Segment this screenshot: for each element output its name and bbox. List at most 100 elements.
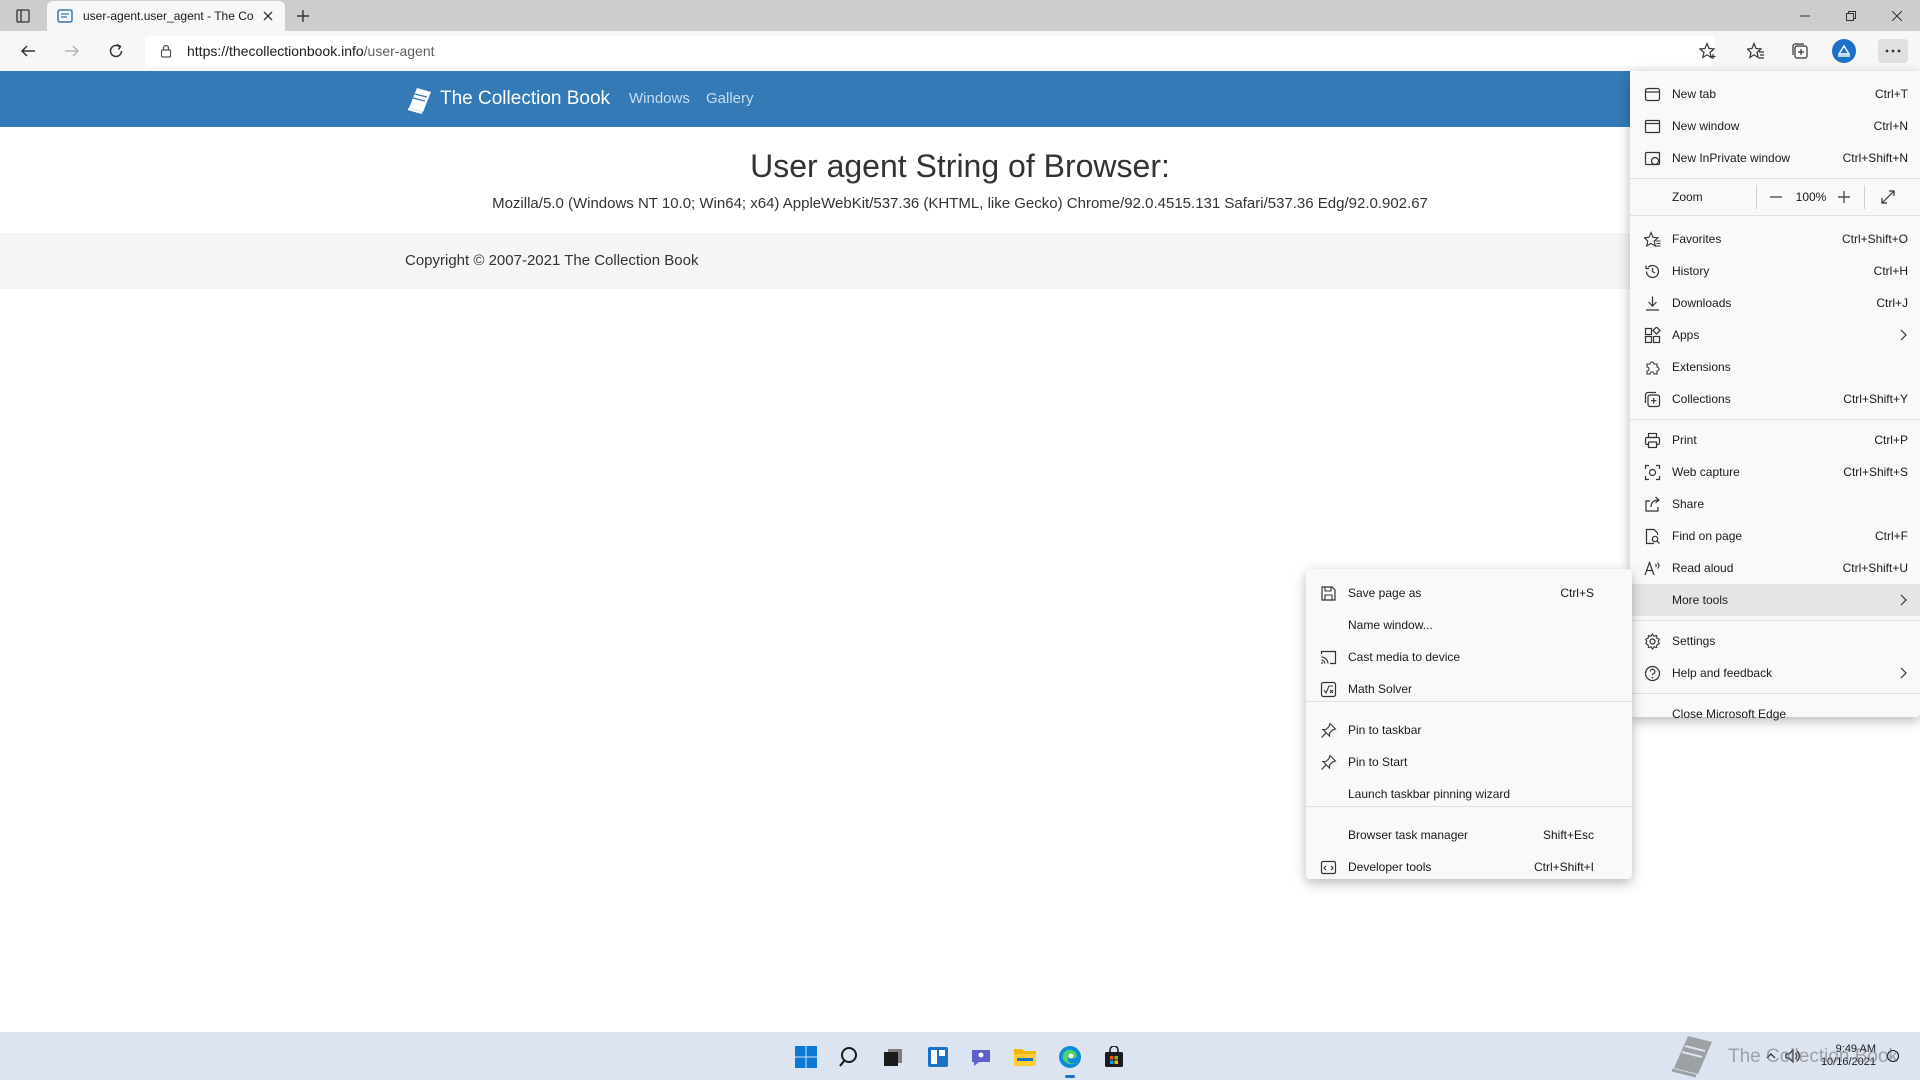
nav-link-windows[interactable]: Windows [629,90,690,107]
apps-grid-icon [1644,327,1661,344]
profile-avatar-icon[interactable] [1832,39,1856,63]
menu-shortcut: Ctrl+Shift+S [1843,465,1908,479]
submenu-cast-media[interactable]: Cast media to device [1306,641,1632,673]
menu-history[interactable]: History Ctrl+H [1630,255,1920,287]
menu-new-inprivate-window[interactable]: New InPrivate window Ctrl+Shift+N [1630,142,1920,174]
store-bag-icon[interactable] [1101,1044,1127,1070]
menu-help-and-feedback[interactable]: Help and feedback [1630,657,1920,689]
menu-print[interactable]: Print Ctrl+P [1630,424,1920,456]
refresh-icon[interactable] [105,40,127,62]
chat-icon[interactable] [968,1044,994,1070]
menu-divider [1630,215,1920,216]
tab-actions-icon[interactable] [12,6,34,26]
zoom-divider [1756,185,1757,209]
collections-icon[interactable] [1788,39,1812,63]
edge-browser-icon[interactable] [1057,1044,1083,1078]
add-favorite-star-icon[interactable] [1696,39,1720,63]
favorites-icon[interactable] [1744,39,1768,63]
file-explorer-folder-icon[interactable] [1012,1044,1038,1070]
submenu-name-window[interactable]: Name window... [1306,609,1632,641]
restore-icon[interactable] [1828,0,1874,31]
math-solver-icon [1320,681,1337,698]
menu-label: Close Microsoft Edge [1672,707,1787,721]
tab-title: user-agent.user_agent - The Col [83,9,253,23]
url-text: https://thecollectionbook.info/user-agen… [187,43,435,59]
start-windows-icon[interactable] [793,1044,819,1070]
menu-new-window[interactable]: New window Ctrl+N [1630,110,1920,142]
search-icon[interactable] [837,1044,863,1070]
menu-favorites[interactable]: Favorites Ctrl+Shift+O [1630,223,1920,255]
menu-shortcut: Ctrl+F [1875,529,1908,543]
menu-apps[interactable]: Apps [1630,319,1920,351]
menu-divider [1630,620,1920,621]
submenu-pin-to-taskbar[interactable]: Pin to taskbar [1306,714,1632,746]
history-clock-icon [1644,263,1661,280]
zoom-out-minus-icon[interactable] [1764,185,1788,209]
collections-icon [1644,391,1661,408]
menu-shortcut: Ctrl+H [1873,264,1908,278]
new-tab-icon [1644,86,1661,103]
site-header: The Collection Book Windows Gallery [0,71,1630,127]
minimize-icon[interactable] [1782,0,1828,31]
widgets-icon[interactable] [925,1044,951,1070]
menu-web-capture[interactable]: Web capture Ctrl+Shift+S [1630,456,1920,488]
menu-shortcut: Ctrl+Shift+U [1842,561,1908,575]
book-logo-icon [404,84,434,114]
printer-icon [1644,432,1661,449]
submenu-pin-to-start[interactable]: Pin to Start [1306,746,1632,778]
developer-tools-icon [1320,859,1337,876]
share-icon [1644,496,1661,513]
settings-and-more-icon[interactable] [1878,39,1908,63]
find-on-page-icon [1644,528,1661,545]
menu-label: Print [1672,433,1697,447]
menu-divider [1630,693,1920,694]
menu-shortcut: Ctrl+P [1874,433,1908,447]
window-controls [1782,0,1920,31]
address-bar[interactable]: https://thecollectionbook.info/user-agen… [145,36,1715,66]
save-page-icon [1320,585,1337,602]
new-tab-plus-icon[interactable] [293,6,313,26]
submenu-save-page-as[interactable]: Save page as Ctrl+S [1306,577,1632,609]
menu-divider [1630,419,1920,420]
zoom-divider [1864,185,1865,209]
fullscreen-expand-icon[interactable] [1876,185,1900,209]
task-view-icon[interactable] [880,1044,906,1070]
menu-downloads[interactable]: Downloads Ctrl+J [1630,287,1920,319]
menu-label: More tools [1672,593,1729,607]
nav-link-gallery[interactable]: Gallery [706,90,754,107]
menu-settings[interactable]: Settings [1630,625,1920,657]
chevron-right-icon [1896,665,1910,681]
close-tab-icon[interactable] [261,9,275,23]
more-tools-submenu: Save page as Ctrl+S Name window... Cast … [1306,569,1632,879]
pin-icon [1320,722,1337,739]
cast-icon [1320,649,1337,666]
menu-share[interactable]: Share [1630,488,1920,520]
menu-divider [1306,806,1632,807]
submenu-developer-tools[interactable]: Developer tools Ctrl+Shift+I [1306,851,1632,883]
help-question-icon [1644,665,1661,682]
site-brand-link[interactable]: The Collection Book [404,84,610,114]
menu-label: Help and feedback [1672,666,1773,680]
chevron-right-icon [1896,592,1910,608]
menu-shortcut: Ctrl+J [1876,296,1908,310]
menu-shortcut: Ctrl+N [1873,119,1908,133]
submenu-browser-task-manager[interactable]: Browser task manager Shift+Esc [1306,819,1632,851]
menu-label: Browser task manager [1348,828,1469,842]
zoom-in-plus-icon[interactable] [1832,185,1856,209]
menu-read-aloud[interactable]: Read aloud Ctrl+Shift+U [1630,552,1920,584]
forward-arrow-icon[interactable] [61,40,83,62]
back-arrow-icon[interactable] [17,40,39,62]
menu-label: History [1672,264,1710,278]
close-window-icon[interactable] [1874,0,1920,31]
menu-close-edge[interactable]: Close Microsoft Edge [1630,698,1920,730]
url-path: /user-agent [363,43,435,59]
browser-tab[interactable]: user-agent.user_agent - The Col [47,1,285,31]
lock-icon[interactable] [159,44,173,58]
menu-more-tools[interactable]: More tools [1630,584,1920,616]
menu-shortcut: Ctrl+Shift+I [1533,860,1594,874]
menu-new-tab[interactable]: New tab Ctrl+T [1630,78,1920,110]
menu-find-on-page[interactable]: Find on page Ctrl+F [1630,520,1920,552]
menu-extensions[interactable]: Extensions [1630,351,1920,383]
menu-shortcut: Ctrl+Shift+N [1842,151,1908,165]
menu-collections[interactable]: Collections Ctrl+Shift+Y [1630,383,1920,415]
